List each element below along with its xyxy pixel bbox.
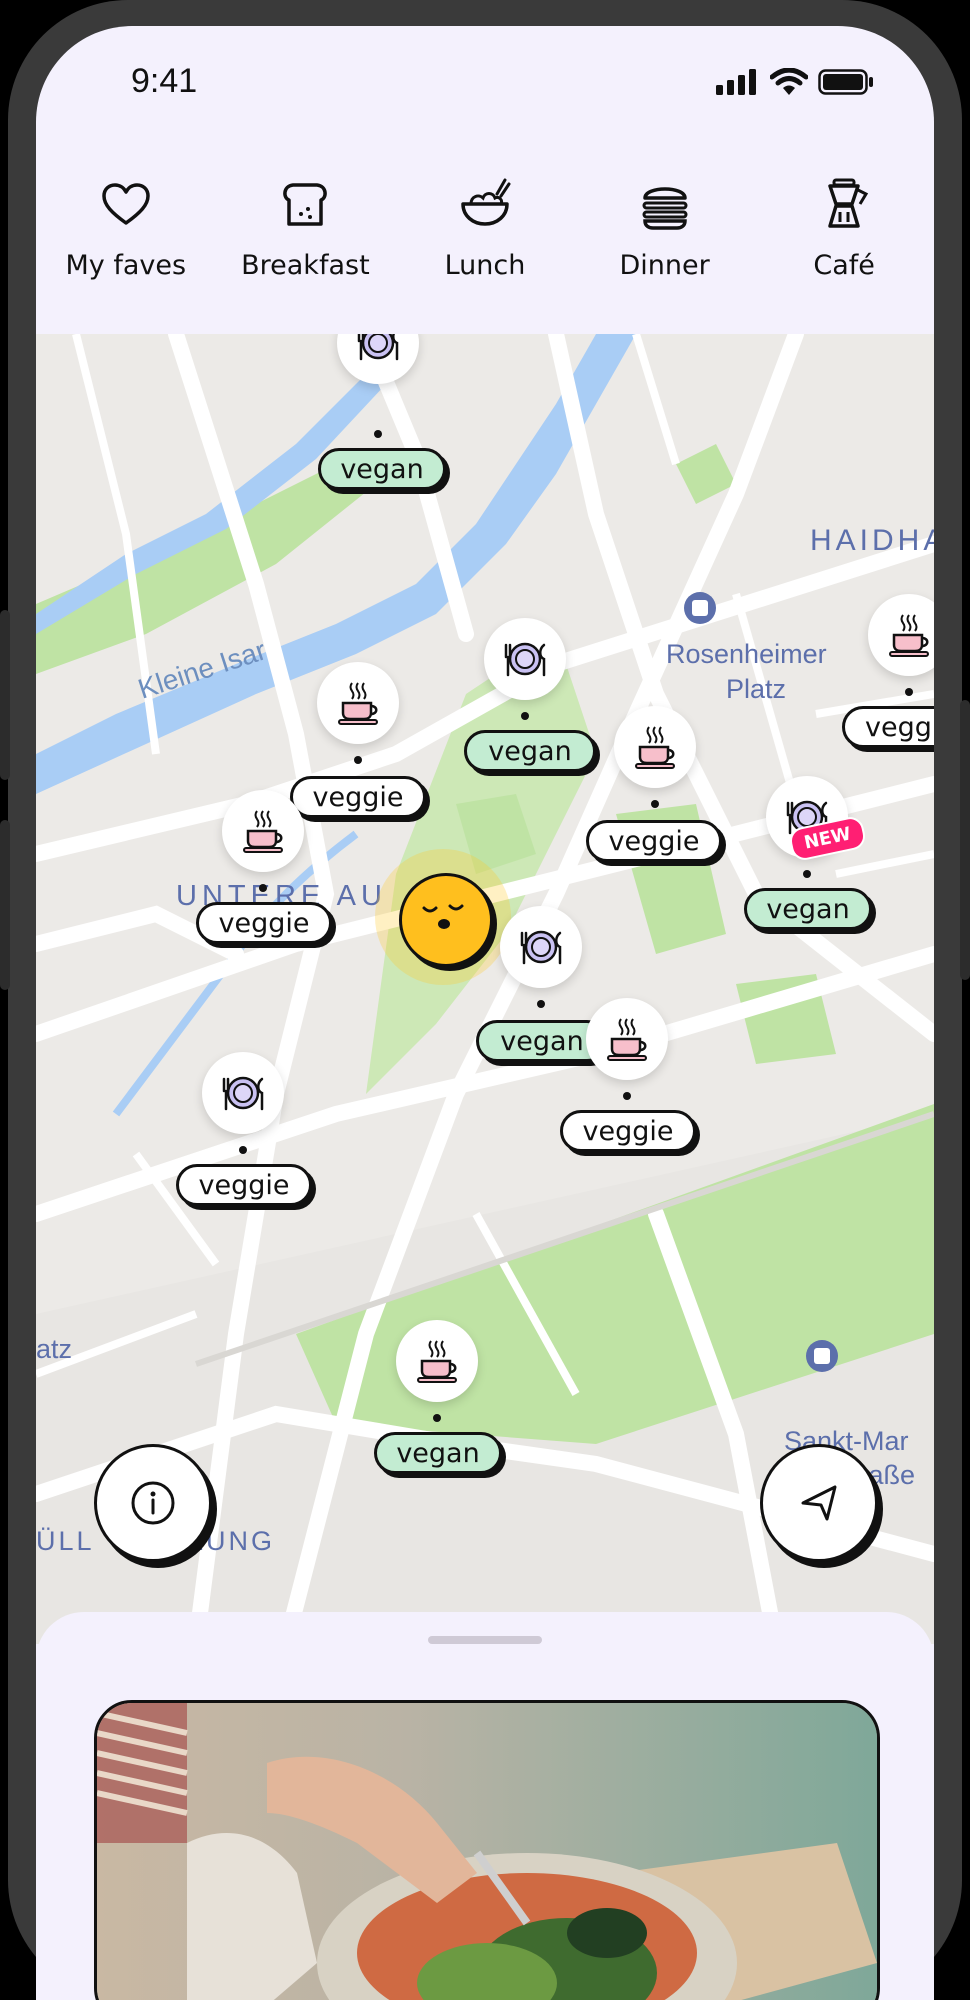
- marker-dot: [433, 1414, 441, 1422]
- coffee-cup-icon: [417, 1340, 457, 1383]
- burger-icon: [642, 187, 688, 230]
- map-label-atz: atz: [36, 1334, 73, 1364]
- dinner-plate-icon: [357, 334, 399, 361]
- food-bowl-image: [97, 1703, 877, 2000]
- info-icon: [131, 1481, 175, 1525]
- category-label: Café: [813, 250, 875, 281]
- place-tag[interactable]: veggie: [560, 1110, 696, 1152]
- category-bar: My faves Breakfast Lunch Dinner Café: [36, 176, 934, 326]
- place-marker[interactable]: [614, 706, 696, 788]
- coffee-cup-icon: [338, 682, 378, 725]
- marker-dot: [905, 688, 913, 696]
- category-cafe[interactable]: Café: [759, 176, 929, 326]
- dinner-plate-icon: [222, 1076, 264, 1111]
- signal-icon: [716, 69, 756, 95]
- map-view[interactable]: HAIDHA Kleine Isar Rosenheimer Platz UNT…: [36, 334, 934, 1644]
- place-tag[interactable]: vegan: [374, 1432, 502, 1474]
- sheet-drag-handle[interactable]: [428, 1636, 542, 1644]
- heart-icon: [102, 183, 150, 225]
- place-marker[interactable]: [222, 790, 304, 872]
- category-label: Dinner: [619, 250, 710, 281]
- locate-me-button[interactable]: [760, 1444, 878, 1562]
- volume-button: [0, 820, 10, 990]
- bowl-icon: [461, 178, 511, 226]
- coffee-cup-icon: [889, 614, 929, 657]
- marker-dot: [259, 884, 267, 892]
- marker-dot: [537, 1000, 545, 1008]
- coffee-cup-icon: [607, 1018, 647, 1061]
- place-marker[interactable]: [586, 998, 668, 1080]
- status-time: 9:41: [131, 62, 198, 100]
- place-marker[interactable]: [317, 662, 399, 744]
- marker-dot: [651, 800, 659, 808]
- marker-dot: [374, 430, 382, 438]
- category-breakfast[interactable]: Breakfast: [220, 176, 390, 326]
- place-tag[interactable]: veggie: [196, 902, 332, 944]
- dinner-plate-icon: [504, 642, 546, 677]
- map-label-rosenheimer: Rosenheimer: [666, 639, 827, 669]
- moka-pot-icon: [828, 178, 869, 228]
- marker-dot: [354, 756, 362, 764]
- toast-icon: [283, 183, 328, 226]
- sleepy-face-icon: [422, 904, 464, 929]
- wifi-icon: [770, 68, 808, 95]
- battery-icon: [818, 69, 873, 95]
- category-label: Breakfast: [241, 250, 370, 281]
- marker-dot: [803, 870, 811, 878]
- category-lunch[interactable]: Lunch: [400, 176, 570, 326]
- place-marker[interactable]: [500, 906, 582, 988]
- place-tag[interactable]: vegan: [744, 888, 872, 930]
- place-tag[interactable]: vegan: [318, 448, 446, 490]
- marker-dot: [239, 1146, 247, 1154]
- dinner-plate-icon: [520, 930, 562, 965]
- power-button: [960, 700, 970, 980]
- map-label-platz: Platz: [726, 674, 787, 704]
- info-button[interactable]: [94, 1444, 212, 1562]
- restaurant-photo[interactable]: [94, 1700, 880, 2000]
- place-marker[interactable]: [202, 1052, 284, 1134]
- place-tag[interactable]: veggie: [290, 776, 426, 818]
- category-dinner[interactable]: Dinner: [580, 176, 750, 326]
- place-tag[interactable]: vegg: [842, 706, 934, 748]
- place-marker[interactable]: [396, 1320, 478, 1402]
- bottom-sheet[interactable]: [36, 1612, 934, 2000]
- user-avatar: [399, 873, 493, 967]
- navigation-arrow-icon: [801, 1485, 837, 1521]
- coffee-cup-icon: [635, 726, 675, 769]
- category-label: Lunch: [444, 250, 526, 281]
- place-tag[interactable]: vegan: [464, 730, 596, 772]
- place-tag[interactable]: veggie: [176, 1164, 312, 1206]
- category-my-faves[interactable]: My faves: [41, 176, 211, 326]
- user-location-marker[interactable]: [375, 849, 511, 985]
- status-bar: 9:41: [36, 26, 934, 136]
- place-marker[interactable]: [484, 618, 566, 700]
- coffee-cup-icon: [243, 810, 283, 853]
- place-tag[interactable]: veggie: [586, 820, 722, 862]
- category-label: My faves: [65, 250, 187, 281]
- map-label-haidhausen: HAIDHA: [810, 524, 934, 557]
- volume-button: [0, 610, 10, 780]
- marker-dot: [623, 1092, 631, 1100]
- app-screen: 9:41 My faves Breakfast Lunch Dinner Caf…: [36, 26, 934, 2000]
- marker-dot: [521, 712, 529, 720]
